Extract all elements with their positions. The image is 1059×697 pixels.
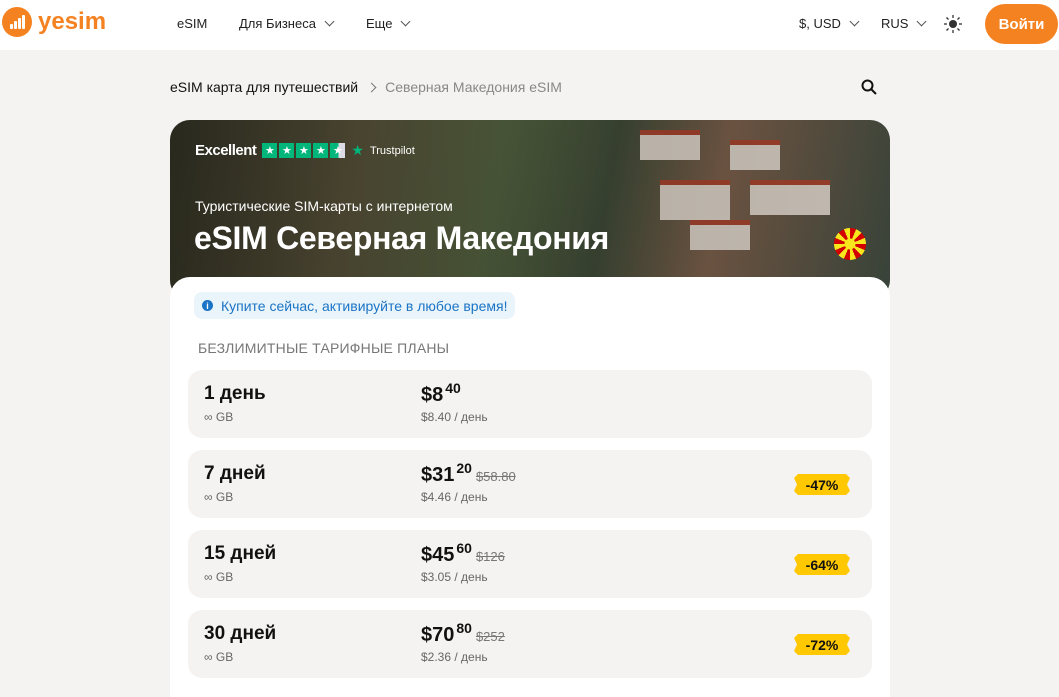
nav-label: eSIM [177, 16, 208, 31]
plan-option[interactable]: 1 день ∞ GB $8 40 $8.40 / день [188, 370, 872, 438]
discount-badge: -47% [794, 474, 850, 495]
price-per-day: $4.46 / день [421, 490, 488, 504]
trustpilot-label: Trustpilot [369, 144, 415, 157]
chevron-down-icon [401, 16, 411, 27]
plan-price: $70 80 $252 [421, 620, 505, 647]
header: yesim eSIM Для Бизнеса Еще $, USD RUS Во… [0, 0, 1059, 50]
info-icon: i [202, 300, 213, 311]
nav-label: Для Бизнеса [239, 16, 316, 31]
chevron-down-icon [917, 16, 927, 27]
hero-banner: Excellent ★ ★ ★ ★ ★ ★ Trustpilot Туристически… [170, 120, 890, 300]
page-title: eSIM Северная Македония [194, 220, 610, 256]
notice-text: Купите сейчас, активируйте в любое время… [221, 297, 508, 314]
price-cents: 40 [445, 380, 461, 396]
price-per-day: $8.40 / день [421, 410, 488, 424]
trustpilot-star-icon: ★ [351, 142, 364, 158]
plan-duration: 1 день [204, 383, 266, 404]
discount-badge: -64% [794, 554, 850, 575]
price-main: $45 [421, 544, 455, 566]
section-title: БЕЗЛИМИТНЫЕ ТАРИФНЫЕ ПЛАНЫ [198, 340, 450, 356]
chevron-down-icon [849, 16, 860, 27]
logo-text: yesim [38, 8, 107, 35]
price-main: $8 [421, 384, 444, 406]
old-price: $252 [475, 629, 505, 644]
theme-toggle-sun-icon[interactable] [944, 15, 962, 33]
logo[interactable]: yesim [2, 7, 106, 37]
plan-option[interactable]: 30 дней ∞ GB $70 80 $252 $2.36 / день -72% [188, 610, 872, 678]
login-button[interactable]: Войти [985, 4, 1058, 44]
rating-stars: ★ ★ ★ ★ ★ [262, 143, 346, 158]
language-label: RUS [881, 16, 909, 31]
old-price: $126 [475, 549, 505, 564]
price-cents: 80 [456, 620, 472, 636]
search-icon[interactable] [861, 79, 877, 95]
hero-subtitle: Туристические SIM-карты с интернетом [195, 198, 453, 214]
price-cents: 20 [456, 460, 472, 476]
price-per-day: $2.36 / день [421, 650, 488, 664]
breadcrumb: eSIM карта для путешествий Северная Маке… [170, 79, 562, 95]
trustpilot-rating[interactable]: Excellent ★ ★ ★ ★ ★ ★ Trustpilot [195, 142, 415, 159]
plan-price: $31 20 $58.80 [421, 460, 516, 487]
language-select[interactable]: RUS [881, 16, 927, 31]
logo-icon [2, 7, 32, 37]
rating-label: Excellent [195, 142, 257, 159]
chevron-right-icon [366, 82, 377, 92]
north-macedonia-flag-icon [834, 228, 866, 260]
currency-label: $, USD [799, 16, 841, 31]
price-per-day: $3.05 / день [421, 570, 488, 584]
currency-select[interactable]: $, USD [799, 16, 860, 31]
nav-business[interactable]: Для Бизнеса [239, 16, 335, 31]
price-main: $31 [421, 464, 455, 486]
old-price: $58.80 [475, 469, 516, 484]
chevron-down-icon [324, 16, 335, 27]
plan-price: $8 40 [421, 380, 461, 407]
breadcrumb-current: Северная Македония eSIM [385, 79, 562, 95]
breadcrumb-parent-link[interactable]: eSIM карта для путешествий [170, 79, 358, 95]
nav-more[interactable]: Еще [366, 16, 411, 31]
price-cents: 60 [456, 540, 472, 556]
plan-duration: 15 дней [204, 543, 277, 564]
plan-duration: 7 дней [204, 463, 266, 484]
price-main: $70 [421, 624, 455, 646]
plan-price: $45 60 $126 [421, 540, 505, 567]
discount-badge: -72% [794, 634, 850, 655]
plan-data: ∞ GB [204, 490, 234, 504]
plan-duration: 30 дней [204, 623, 277, 644]
plan-data: ∞ GB [204, 410, 234, 424]
nav-label: Еще [366, 16, 393, 31]
plan-data: ∞ GB [204, 650, 234, 664]
plans-card: i Купите сейчас, активируйте в любое врем… [170, 277, 890, 697]
nav-esim[interactable]: eSIM [177, 16, 207, 31]
plan-data: ∞ GB [204, 570, 234, 584]
plan-option[interactable]: 15 дней ∞ GB $45 60 $126 $3.05 / день -64% [188, 530, 872, 598]
plan-option[interactable]: 7 дней ∞ GB $31 20 $58.80 $4.46 / день -47… [188, 450, 872, 518]
notice-banner: i Купите сейчас, активируйте в любое врем… [194, 292, 516, 319]
